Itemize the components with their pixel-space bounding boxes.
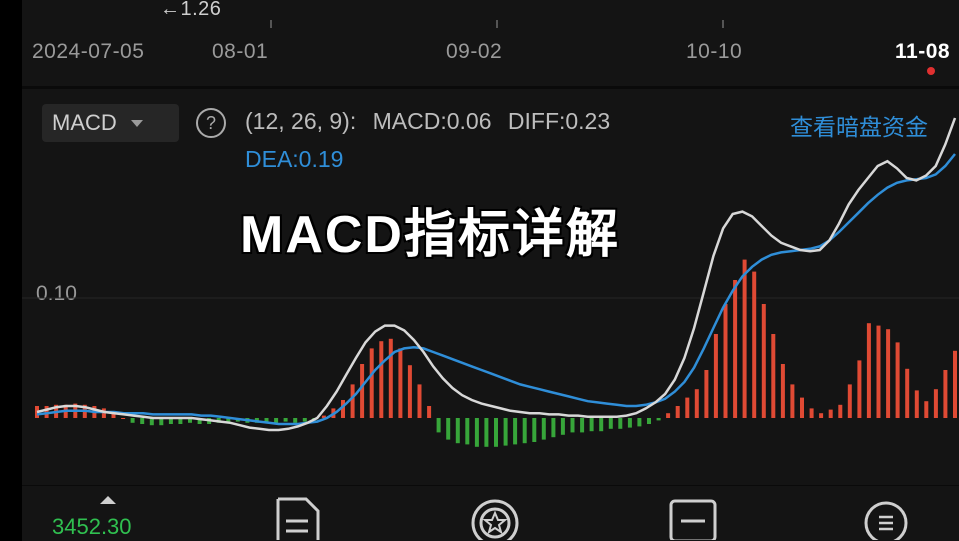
histogram-bar (905, 368, 910, 418)
diff-line (36, 117, 957, 432)
histogram-bar (570, 418, 575, 433)
histogram-bar (360, 364, 365, 418)
histogram-bar (455, 418, 460, 444)
histogram-bar (656, 418, 661, 421)
histogram-bar (838, 404, 843, 418)
minus-box-icon[interactable] (668, 497, 720, 540)
histogram-bar (580, 418, 585, 433)
histogram-bar (379, 341, 384, 418)
histogram-bar (914, 390, 919, 418)
histogram-bar (398, 348, 403, 418)
histogram-bar (953, 350, 957, 418)
histogram-bar (933, 389, 938, 418)
histogram-bar (685, 397, 690, 418)
histogram-bar (551, 418, 556, 438)
histogram-bar (599, 418, 604, 432)
histogram-bar (560, 418, 565, 435)
histogram-bar (895, 342, 900, 418)
histogram-bar (752, 271, 757, 418)
histogram-bar (666, 413, 671, 418)
histogram-bar (924, 401, 929, 418)
histogram-bar (723, 304, 728, 418)
histogram-bar (618, 418, 623, 429)
histogram-bar (828, 409, 833, 418)
histogram-bar (866, 323, 871, 418)
histogram-bar (274, 418, 279, 423)
histogram-bar (742, 259, 747, 418)
histogram-bar (627, 418, 632, 428)
histogram-bar (800, 397, 804, 418)
histogram-bar (427, 406, 432, 418)
histogram-bar (417, 384, 422, 418)
histogram-bar (522, 418, 527, 444)
histogram-bar (532, 418, 537, 442)
histogram-bar (637, 418, 642, 427)
histogram-bar (388, 338, 393, 418)
histogram-bar (436, 418, 441, 433)
histogram-bar (790, 384, 795, 418)
overlay-caption: MACD指标详解 (240, 206, 620, 264)
histogram-bar (350, 384, 355, 418)
histogram-bar (886, 329, 891, 418)
histogram-bar (819, 413, 824, 418)
histogram-bar (140, 418, 145, 424)
histogram-bar (293, 418, 298, 423)
macd-chart[interactable] (0, 0, 959, 540)
histogram-bar (589, 418, 594, 432)
histogram-bar (503, 418, 508, 446)
histogram-bar (847, 384, 852, 418)
histogram-bar (943, 370, 948, 418)
histogram-bar (704, 370, 709, 418)
menu-circle-icon[interactable] (862, 497, 910, 540)
histogram-bar (465, 418, 470, 445)
histogram-bar (713, 334, 718, 418)
histogram-bar (675, 406, 680, 418)
histogram-bar (771, 334, 776, 418)
histogram-bar (608, 418, 613, 429)
histogram-bar (857, 360, 862, 418)
histogram-bar (809, 408, 814, 418)
histogram-bar (733, 280, 738, 418)
histogram-bar (474, 418, 479, 447)
index-value[interactable]: 3452.30 (52, 514, 132, 540)
histogram-bar (130, 418, 135, 423)
histogram-bar (694, 389, 699, 418)
up-arrow-icon (100, 496, 116, 504)
histogram-bar (369, 348, 374, 418)
histogram-bar (283, 418, 288, 422)
histogram-bar (761, 304, 766, 418)
histogram-bar (302, 418, 307, 422)
histogram-bar (121, 418, 126, 419)
histogram-bar (407, 365, 412, 418)
histogram-bar (484, 418, 489, 447)
histogram-bar (513, 418, 518, 445)
histogram-bar (494, 418, 498, 447)
favorite-star-icon[interactable] (468, 497, 522, 540)
histogram-bar (780, 364, 785, 418)
histogram-bar (541, 418, 546, 440)
histogram-bar (647, 418, 651, 424)
notes-icon[interactable] (274, 497, 322, 540)
histogram-bar (446, 418, 451, 440)
histogram-bar (876, 325, 881, 418)
